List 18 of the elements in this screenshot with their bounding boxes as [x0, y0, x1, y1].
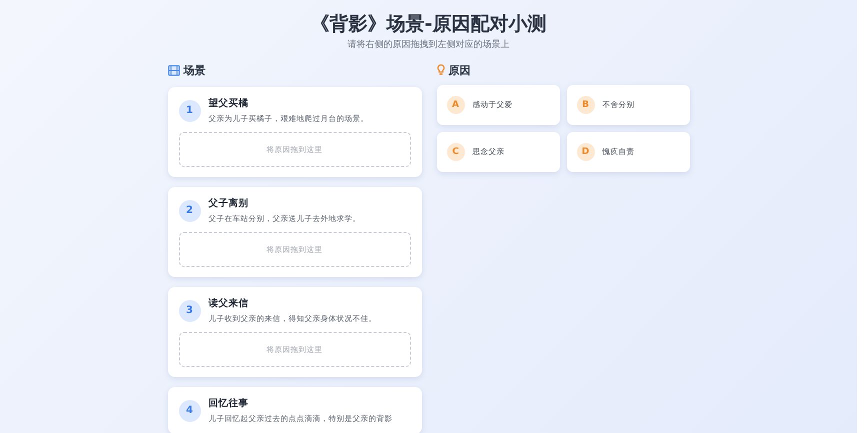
- page-subtitle: 请将右侧的原因拖拽到左侧对应的场景上: [346, 38, 510, 51]
- scene-number: 2: [178, 200, 200, 222]
- scene-number: 1: [178, 100, 200, 122]
- scene-title: 读父来信: [208, 297, 250, 310]
- scene-number: 4: [178, 400, 200, 422]
- section-heading: 原因: [448, 62, 470, 78]
- film-icon: [168, 64, 180, 76]
- lightbulb-icon: [436, 64, 444, 76]
- reason-letter: B: [576, 96, 594, 114]
- scene-number: 3: [178, 300, 200, 322]
- reason-letter: A: [446, 96, 464, 114]
- scene-title: 父子离别: [208, 197, 250, 210]
- section-heading: 场景: [184, 62, 206, 78]
- reason-letter: C: [446, 143, 464, 161]
- scene-title: 望父买橘: [208, 97, 250, 110]
- scene-title: 回忆往事: [208, 397, 250, 410]
- page-title: 《背影》场景-原因配对小测: [310, 12, 548, 36]
- reason-letter: D: [576, 143, 594, 161]
